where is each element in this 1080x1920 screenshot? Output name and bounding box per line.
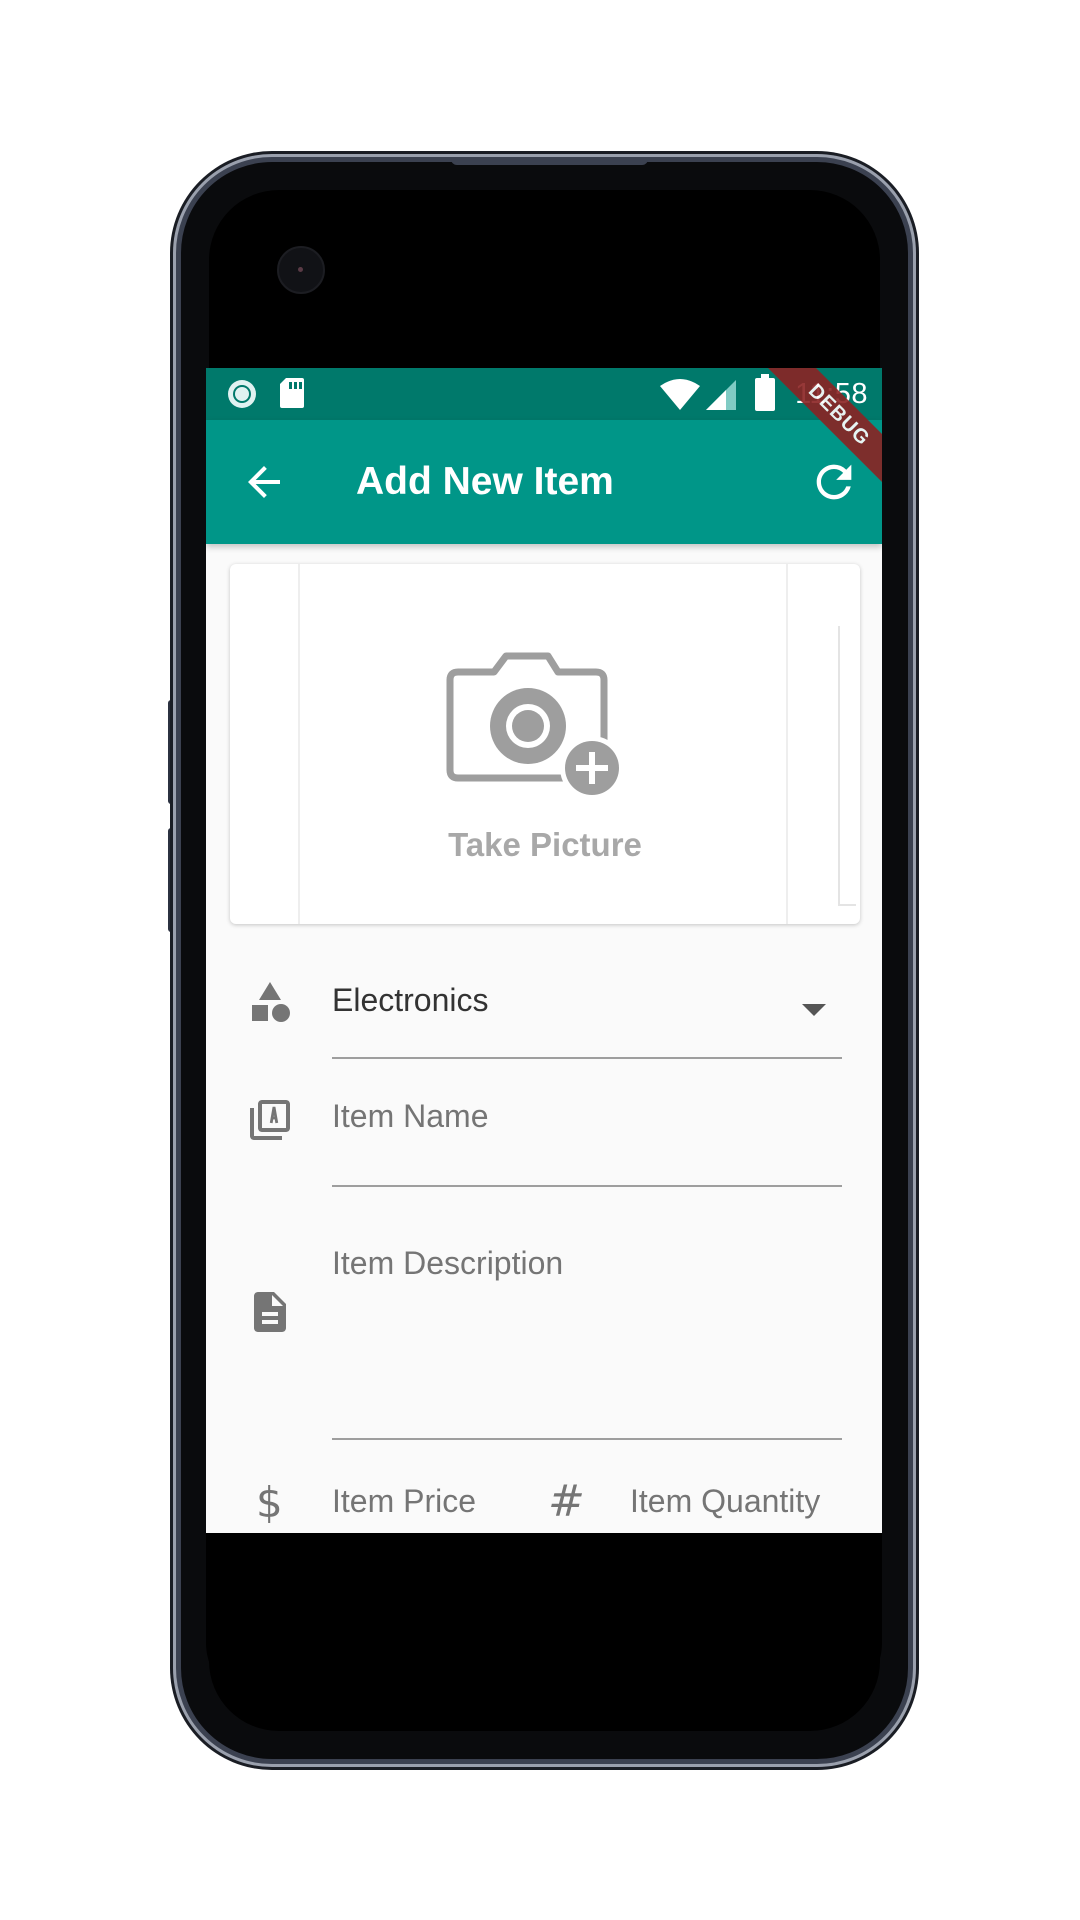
picture-card: Take Picture bbox=[230, 564, 860, 924]
category-value: Electronics bbox=[332, 982, 489, 1018]
chevron-down-icon bbox=[802, 1004, 826, 1016]
record-icon bbox=[228, 380, 256, 408]
item-price-placeholder: Item Price bbox=[332, 1483, 477, 1519]
bottom-bezel bbox=[206, 1533, 882, 1703]
front-camera bbox=[277, 246, 325, 294]
signal-icon bbox=[706, 380, 736, 410]
item-description-placeholder: Item Description bbox=[332, 1245, 564, 1281]
library-books-icon bbox=[250, 1100, 290, 1140]
field-underline bbox=[332, 1057, 842, 1059]
app-screen: 11:58 Add New Item DEBUG bbox=[206, 368, 882, 1533]
dollar-icon: $ bbox=[256, 1478, 283, 1527]
refresh-icon[interactable] bbox=[808, 456, 860, 508]
device-mockup: 11:58 Add New Item DEBUG bbox=[0, 0, 1080, 1920]
scrollbar[interactable] bbox=[838, 626, 856, 906]
item-quantity-placeholder: Item Quantity bbox=[630, 1483, 821, 1519]
description-icon bbox=[254, 1292, 286, 1332]
take-picture-button[interactable]: Take Picture bbox=[430, 650, 660, 865]
field-underline bbox=[332, 1185, 842, 1187]
page-title: Add New Item bbox=[356, 460, 614, 503]
item-name-placeholder: Item Name bbox=[332, 1098, 489, 1134]
wifi-icon bbox=[660, 379, 700, 410]
take-picture-label: Take Picture bbox=[448, 826, 642, 863]
add-a-photo-icon bbox=[446, 652, 624, 800]
card-divider bbox=[786, 564, 788, 924]
card-divider bbox=[298, 564, 300, 924]
field-underline bbox=[332, 1438, 842, 1440]
speaker-grille bbox=[451, 157, 648, 165]
app-bar: Add New Item bbox=[206, 420, 882, 544]
sd-card-icon bbox=[280, 378, 304, 408]
hash-icon: # bbox=[548, 1476, 585, 1527]
battery-icon bbox=[755, 374, 775, 411]
arrow-back-icon[interactable] bbox=[240, 458, 288, 506]
category-icon bbox=[252, 982, 290, 1022]
